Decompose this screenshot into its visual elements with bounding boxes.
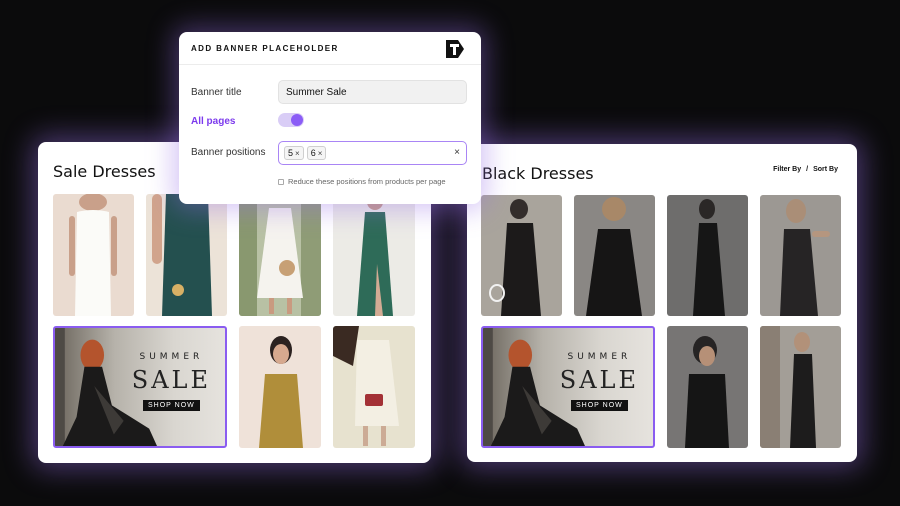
filter-by-link[interactable]: Filter By xyxy=(773,166,801,173)
product-image-green-gown[interactable] xyxy=(333,194,415,316)
banner-line-2: SALE xyxy=(131,366,211,394)
product-image-black-gown[interactable] xyxy=(574,195,655,316)
product-image-white-summer-dress[interactable] xyxy=(239,194,321,316)
product-image-white-dress[interactable] xyxy=(53,194,134,316)
product-image-black-lace-dress[interactable] xyxy=(760,195,841,316)
summer-sale-banner[interactable]: SUMMER SALE SHOP NOW xyxy=(481,326,655,448)
all-pages-toggle[interactable] xyxy=(278,113,304,127)
separator: / xyxy=(806,166,809,173)
product-image-cream-dress[interactable] xyxy=(333,326,415,448)
product-image-black-corset-dress[interactable] xyxy=(481,195,562,316)
product-image-black-top-dress[interactable] xyxy=(667,326,748,448)
banner-line-1: SUMMER xyxy=(139,352,204,362)
remove-chip-icon[interactable]: × xyxy=(295,149,300,158)
all-pages-label: All pages xyxy=(191,116,236,127)
banner-text: SUMMER SALE SHOP NOW xyxy=(560,352,639,412)
summer-sale-banner[interactable]: SUMMER SALE SHOP NOW xyxy=(53,326,227,448)
reduce-positions-option[interactable]: Reduce these positions from products per… xyxy=(278,177,446,186)
sort-by-link[interactable]: Sort By xyxy=(813,166,838,173)
banner-positions-input[interactable]: 5 × 6 × × xyxy=(278,141,467,165)
product-image-gold-dress[interactable] xyxy=(239,326,321,448)
brand-logo-icon xyxy=(446,40,464,58)
banner-line-1: SUMMER xyxy=(567,352,632,362)
shop-now-button[interactable]: SHOP NOW xyxy=(143,400,200,411)
add-banner-dialog: ADD BANNER PLACEHOLDER Banner title All … xyxy=(179,32,481,204)
banner-title-input[interactable] xyxy=(278,80,467,104)
reduce-positions-checkbox[interactable] xyxy=(278,178,284,185)
position-chip-6[interactable]: 6 × xyxy=(306,146,327,160)
dialog-header: ADD BANNER PLACEHOLDER xyxy=(179,32,481,65)
reduce-positions-label: Reduce these positions from products per… xyxy=(288,177,446,186)
product-image-black-halter-dress[interactable] xyxy=(667,195,748,316)
banner-positions-label: Banner positions xyxy=(191,147,266,158)
dialog-title: ADD BANNER PLACEHOLDER xyxy=(191,44,339,53)
banner-title-label: Banner title xyxy=(191,87,242,98)
position-chip-5[interactable]: 5 × xyxy=(284,146,304,160)
black-dresses-card: Black Dresses Filter By / Sort By SUMMER… xyxy=(467,144,857,462)
card-title: Sale Dresses xyxy=(53,162,156,181)
product-image-black-maxi-dress[interactable] xyxy=(760,326,841,448)
shop-now-button[interactable]: SHOP NOW xyxy=(571,400,628,411)
remove-chip-icon[interactable]: × xyxy=(318,149,323,158)
clear-positions-icon[interactable]: × xyxy=(454,147,460,158)
card-title: Black Dresses xyxy=(482,164,594,183)
banner-line-2: SALE xyxy=(559,366,639,394)
filter-sort-controls: Filter By / Sort By xyxy=(773,166,838,173)
toggle-knob xyxy=(291,114,303,126)
product-image-teal-dress[interactable] xyxy=(146,194,227,316)
banner-text: SUMMER SALE SHOP NOW xyxy=(132,352,211,412)
